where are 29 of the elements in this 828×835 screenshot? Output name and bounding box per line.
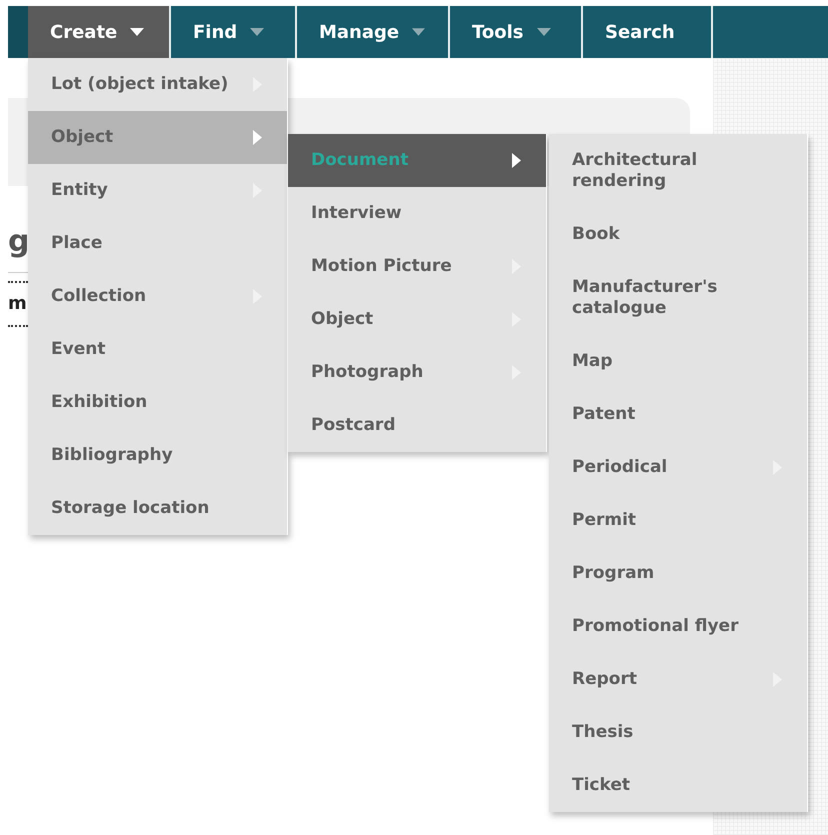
menu-item[interactable]: Thesis <box>549 706 807 759</box>
menu-item[interactable]: Manufacturer's catalogue <box>549 261 807 335</box>
menu-item[interactable]: Lot (object intake) <box>28 58 287 111</box>
heading-text: g <box>8 224 28 260</box>
menu-tab[interactable]: Create <box>28 6 171 58</box>
menu-item[interactable]: Promotional flyer <box>549 600 807 653</box>
menu-item[interactable]: Place <box>28 217 287 270</box>
menu-item[interactable]: Patent <box>549 388 807 441</box>
menu-item[interactable]: Photograph <box>288 346 546 399</box>
menu-item[interactable]: Object <box>288 293 546 346</box>
menu-item[interactable]: Ticket <box>549 759 807 812</box>
menu-item[interactable]: Postcard <box>288 399 546 452</box>
menu-item[interactable]: Storage location <box>28 482 287 535</box>
menu-item[interactable]: Permit <box>549 494 807 547</box>
menu-item[interactable]: Periodical <box>549 441 807 494</box>
menu-item[interactable]: Event <box>28 323 287 376</box>
menu-item[interactable]: Collection <box>28 270 287 323</box>
menu-item[interactable]: Program <box>549 547 807 600</box>
menu-item[interactable]: Interview <box>288 187 546 240</box>
label-text: m <box>8 292 28 316</box>
menu-item[interactable]: Motion Picture <box>288 240 546 293</box>
menu-item[interactable]: Bibliography <box>28 429 287 482</box>
menu-item[interactable]: Map <box>549 335 807 388</box>
menu-item[interactable]: Object <box>28 111 287 164</box>
menu-item[interactable]: Exhibition <box>28 376 287 429</box>
menu-item[interactable]: Entity <box>28 164 287 217</box>
menu-item[interactable]: Architectural rendering <box>549 134 807 208</box>
menu-item[interactable]: Book <box>549 208 807 261</box>
menu-item[interactable]: Report <box>549 653 807 706</box>
